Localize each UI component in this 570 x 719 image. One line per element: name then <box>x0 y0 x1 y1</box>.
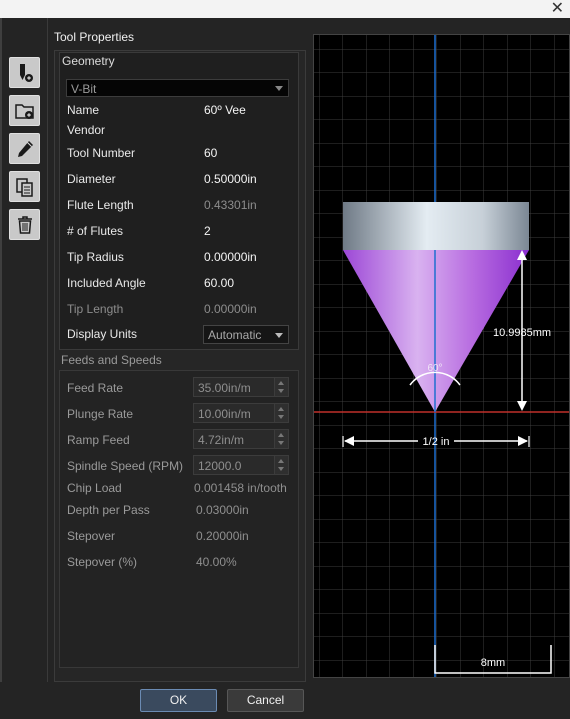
display-units-value: Automatic <box>208 328 262 342</box>
delete-icon <box>17 215 32 234</box>
chevron-down-icon <box>275 333 283 338</box>
field-label: Tip Radius <box>67 250 124 264</box>
spinner-arrows[interactable] <box>274 456 288 474</box>
chevron-down-icon <box>275 86 283 91</box>
chip-load-label: Chip Load <box>67 481 122 495</box>
edit-tool-button[interactable] <box>9 133 40 164</box>
spin-down-icon <box>278 389 284 393</box>
ramp-feed-spinner[interactable]: 4.72in/m <box>193 429 289 449</box>
spinner-arrows[interactable] <box>274 404 288 422</box>
stepover-percent-value: 40.00% <box>196 555 237 569</box>
field-label: Flute Length <box>67 198 134 212</box>
stepover-label: Stepover <box>67 529 116 543</box>
spinner-arrows[interactable] <box>274 430 288 448</box>
new-group-button[interactable] <box>9 95 40 126</box>
spindle-speed-spinner[interactable]: 12000.0 <box>193 455 289 475</box>
height-label: 10.9985mm <box>493 327 551 339</box>
chip-load-value: 0.001458 in/tooth <box>194 481 287 495</box>
spin-up-icon <box>278 407 284 411</box>
feed-rate-label: Feed Rate <box>67 381 124 395</box>
diameter-label: 1/2 in <box>423 436 450 448</box>
feeds-title: Feeds and Speeds <box>61 353 162 367</box>
ok-button[interactable]: OK <box>140 689 217 712</box>
spin-up-icon <box>278 381 284 385</box>
flutes-field[interactable]: 2 <box>204 224 211 238</box>
spinner-arrows[interactable] <box>274 378 288 396</box>
tip-radius-field[interactable]: 0.00000in <box>204 250 257 264</box>
field-label: # of Flutes <box>67 224 124 238</box>
field-label: Vendor <box>67 123 106 137</box>
new-tool-icon <box>19 63 33 82</box>
title-bar: ✕ <box>0 0 570 18</box>
ramp-feed-value: 4.72in/m <box>198 433 245 447</box>
name-field[interactable]: 60º Vee <box>204 103 246 117</box>
copy-icon <box>15 177 33 197</box>
new-tool-button[interactable] <box>9 57 40 88</box>
geometry-title: Geometry <box>62 54 115 68</box>
spin-down-icon <box>278 467 284 471</box>
field-label: Name <box>67 103 100 117</box>
ramp-feed-label: Ramp Feed <box>67 433 130 447</box>
spin-down-icon <box>278 441 284 445</box>
angle-label: 60° <box>427 363 442 374</box>
copy-tool-button[interactable] <box>9 171 40 202</box>
plunge-rate-label: Plunge Rate <box>67 407 134 421</box>
new-group-icon <box>14 103 34 119</box>
display-units-select[interactable]: Automatic <box>203 325 289 344</box>
field-label: Tool Number <box>67 146 136 160</box>
flute-length-field: 0.43301in <box>204 198 257 212</box>
depth-per-pass-label: Depth per Pass <box>67 503 150 517</box>
feed-rate-spinner[interactable]: 35.00in/m <box>193 377 289 397</box>
stepover-value: 0.20000in <box>196 529 249 543</box>
included-angle-field[interactable]: 60.00 <box>204 276 234 290</box>
display-units-label: Display Units <box>67 327 138 341</box>
depth-per-pass-value: 0.03000in <box>196 503 249 517</box>
spindle-speed-value: 12000.0 <box>198 459 242 473</box>
spindle-speed-label: Spindle Speed (RPM) <box>67 459 184 473</box>
field-label: Diameter <box>67 172 116 186</box>
cancel-button[interactable]: Cancel <box>227 689 304 712</box>
diameter-field[interactable]: 0.50000in <box>204 172 257 186</box>
stepover-percent-label: Stepover (%) <box>67 555 138 569</box>
tool-shank <box>343 202 529 250</box>
edit-icon <box>17 140 33 157</box>
tool-number-field[interactable]: 60 <box>204 146 217 160</box>
field-label: Tip Length <box>67 302 124 316</box>
spin-down-icon <box>278 415 284 419</box>
field-label: Included Angle <box>67 276 146 290</box>
tool-preview: 60° 10.9985mm 1/2 in 8mm <box>313 34 570 678</box>
tool-type-select[interactable]: V-Bit <box>66 79 289 97</box>
panel-title: Tool Properties <box>54 30 135 44</box>
tip-length-field: 0.00000in <box>204 302 257 316</box>
tool-preview-canvas: 60° 10.9985mm 1/2 in 8mm <box>314 35 569 677</box>
delete-tool-button[interactable] <box>9 209 40 240</box>
close-icon[interactable]: ✕ <box>551 0 564 17</box>
feed-rate-value: 35.00in/m <box>198 381 251 395</box>
plunge-rate-spinner[interactable]: 10.00in/m <box>193 403 289 423</box>
plunge-rate-value: 10.00in/m <box>198 407 251 421</box>
tool-type-value: V-Bit <box>71 82 97 96</box>
spin-up-icon <box>278 433 284 437</box>
spin-up-icon <box>278 459 284 463</box>
scale-label: 8mm <box>481 657 505 669</box>
